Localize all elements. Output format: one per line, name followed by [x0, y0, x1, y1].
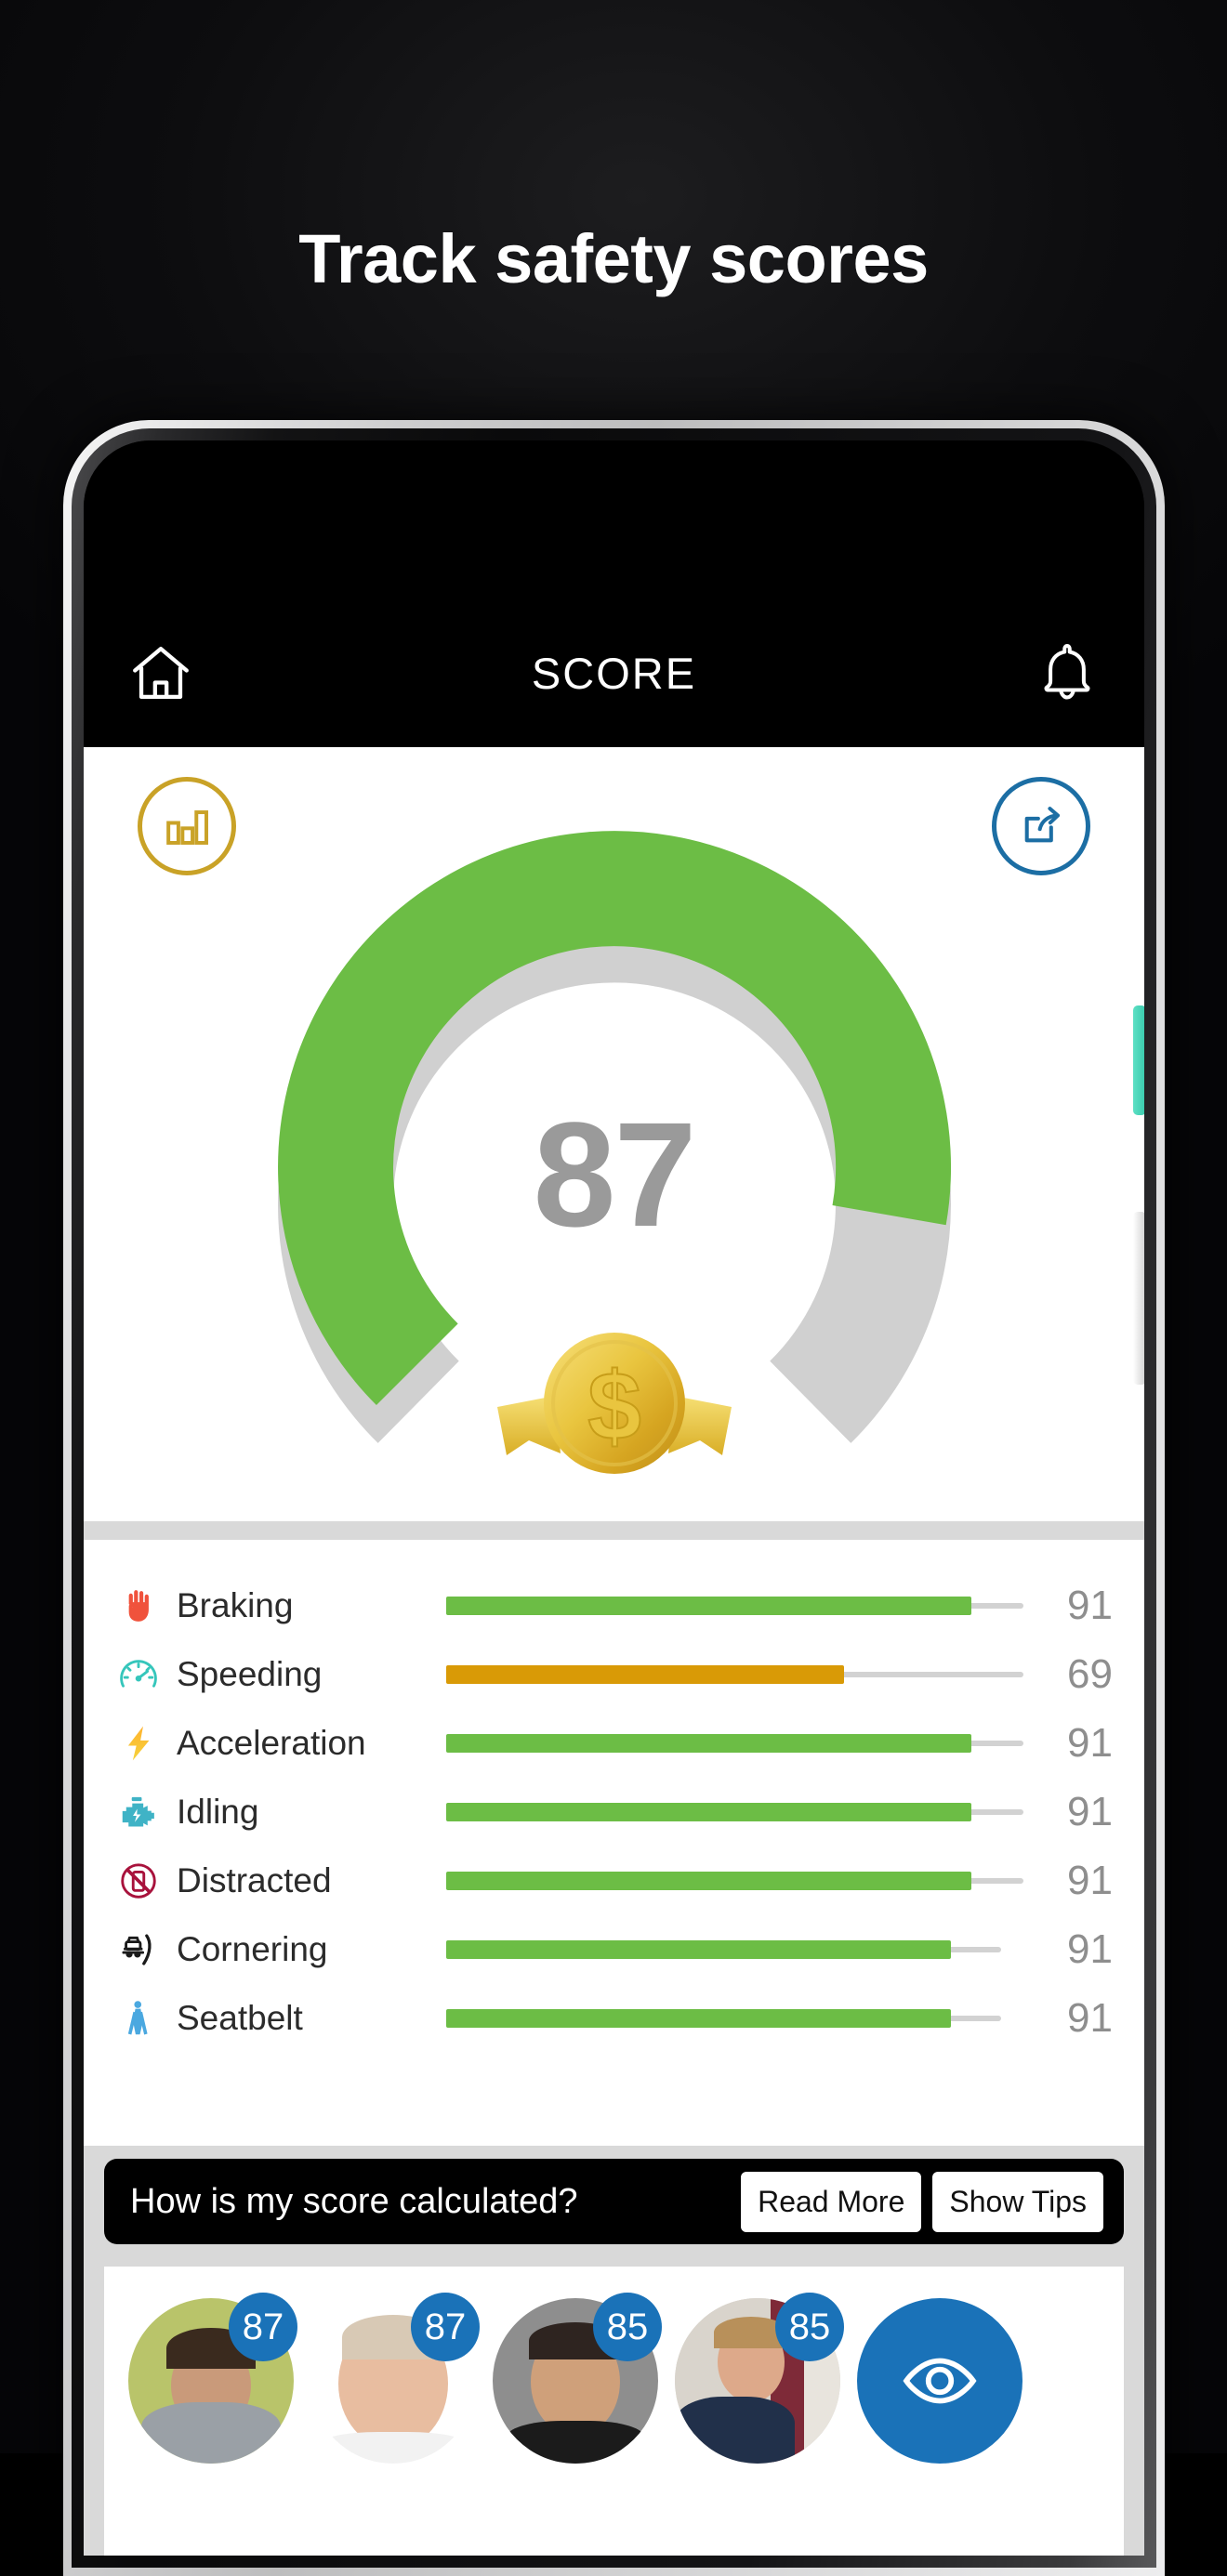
seatbelt-icon: [110, 1997, 167, 2040]
score-gauge-card: 87 $: [84, 747, 1144, 1521]
home-icon[interactable]: [126, 638, 195, 707]
lightning-bolt-icon: [110, 1722, 167, 1765]
metric-row-speeding[interactable]: Speeding 69: [84, 1640, 1144, 1709]
metric-label: Idling: [177, 1793, 259, 1831]
metric-track: [446, 1940, 1001, 1959]
side-button-mint[interactable]: [1133, 1005, 1144, 1115]
avatar[interactable]: 85: [493, 2293, 662, 2464]
bell-icon[interactable]: [1033, 638, 1102, 707]
metric-score: 91: [1067, 1789, 1113, 1834]
eye-icon[interactable]: [857, 2298, 1022, 2464]
metric-label: Braking: [177, 1586, 294, 1624]
show-tips-button[interactable]: Show Tips: [932, 2171, 1103, 2232]
score-help-bar-wrap: How is my score calculated? Read More Sh…: [84, 2146, 1144, 2257]
metric-track: [446, 1803, 1023, 1821]
card-divider: [84, 1521, 1144, 1540]
metric-row-distracted[interactable]: Distracted 91: [84, 1847, 1144, 1915]
avatar[interactable]: 87: [128, 2293, 297, 2464]
metric-track: [446, 2009, 1001, 2028]
metric-label: Cornering: [177, 1930, 328, 1968]
score-help-text: How is my score calculated?: [130, 2181, 578, 2221]
avatar[interactable]: 87: [310, 2293, 480, 2464]
metric-fill: [446, 1940, 952, 1959]
metric-score: 91: [1067, 1858, 1113, 1903]
app-bar: SCORE: [84, 598, 1144, 747]
app-bar-title: SCORE: [531, 648, 697, 698]
phone-bezel: SCORE 87 $ Braking 91 Speeding 69 Accele…: [84, 440, 1144, 2556]
metric-track: [446, 1665, 1023, 1684]
avatar-score-badge: 85: [775, 2293, 844, 2361]
gold-coin-dollar-badge: $: [496, 1332, 732, 1474]
side-button-white[interactable]: [1133, 1212, 1144, 1385]
avatar[interactable]: 85: [675, 2293, 844, 2464]
avatar-score-badge: 87: [411, 2293, 480, 2361]
safety-score-gauge: 87 $: [261, 814, 968, 1474]
metric-track: [446, 1734, 1023, 1753]
metric-row-acceleration[interactable]: Acceleration 91: [84, 1709, 1144, 1778]
no-phone-icon: [110, 1860, 167, 1902]
avatar-score-badge: 87: [229, 2293, 297, 2361]
avatar-score-badge: 85: [593, 2293, 662, 2361]
metric-track: [446, 1872, 1023, 1890]
metric-label: Seatbelt: [177, 1999, 303, 2037]
gauge-score-value: 87: [533, 1090, 697, 1257]
metric-fill: [446, 1665, 845, 1684]
metric-score: 69: [1067, 1651, 1113, 1697]
car-cornering-icon: [110, 1928, 167, 1971]
read-more-button[interactable]: Read More: [741, 2171, 922, 2232]
metric-label: Speeding: [177, 1655, 323, 1693]
metric-fill: [446, 2009, 952, 2028]
metric-score: 91: [1067, 1583, 1113, 1628]
metric-score: 91: [1067, 1926, 1113, 1972]
metric-track: [446, 1597, 1023, 1615]
score-help-bar: How is my score calculated? Read More Sh…: [104, 2159, 1124, 2244]
driver-strip-wrap: 87 87 85 85: [84, 2257, 1144, 2556]
metric-score: 91: [1067, 1720, 1113, 1766]
metric-row-idling[interactable]: Idling 91: [84, 1778, 1144, 1847]
bar-chart-icon[interactable]: [138, 777, 236, 875]
metric-fill: [446, 1597, 972, 1615]
metric-row-cornering[interactable]: Cornering 91: [84, 1915, 1144, 1984]
driver-strip: 87 87 85 85: [104, 2267, 1124, 2556]
engine-icon: [110, 1791, 167, 1833]
svg-text:$: $: [587, 1353, 641, 1461]
share-icon[interactable]: [992, 777, 1090, 875]
metric-fill: [446, 1872, 972, 1890]
metric-fill: [446, 1803, 972, 1821]
metric-label: Distracted: [177, 1861, 332, 1899]
metric-row-seatbelt[interactable]: Seatbelt 91: [84, 1984, 1144, 2053]
page-title: Track safety scores: [298, 220, 929, 297]
metric-row-braking[interactable]: Braking 91: [84, 1571, 1144, 1640]
metric-score: 91: [1067, 1995, 1113, 2041]
hand-stop-icon: [110, 1584, 167, 1627]
metric-label: Acceleration: [177, 1724, 366, 1762]
metric-fill: [446, 1734, 972, 1753]
score-breakdown-list: Braking 91 Speeding 69 Acceleration 91 I…: [84, 1540, 1144, 2146]
app-screen: SCORE 87 $ Braking 91 Speeding 69 Accele…: [84, 440, 1144, 2556]
phone-mockup: SCORE 87 $ Braking 91 Speeding 69 Accele…: [63, 420, 1165, 2576]
speedometer-icon: [110, 1653, 167, 1696]
